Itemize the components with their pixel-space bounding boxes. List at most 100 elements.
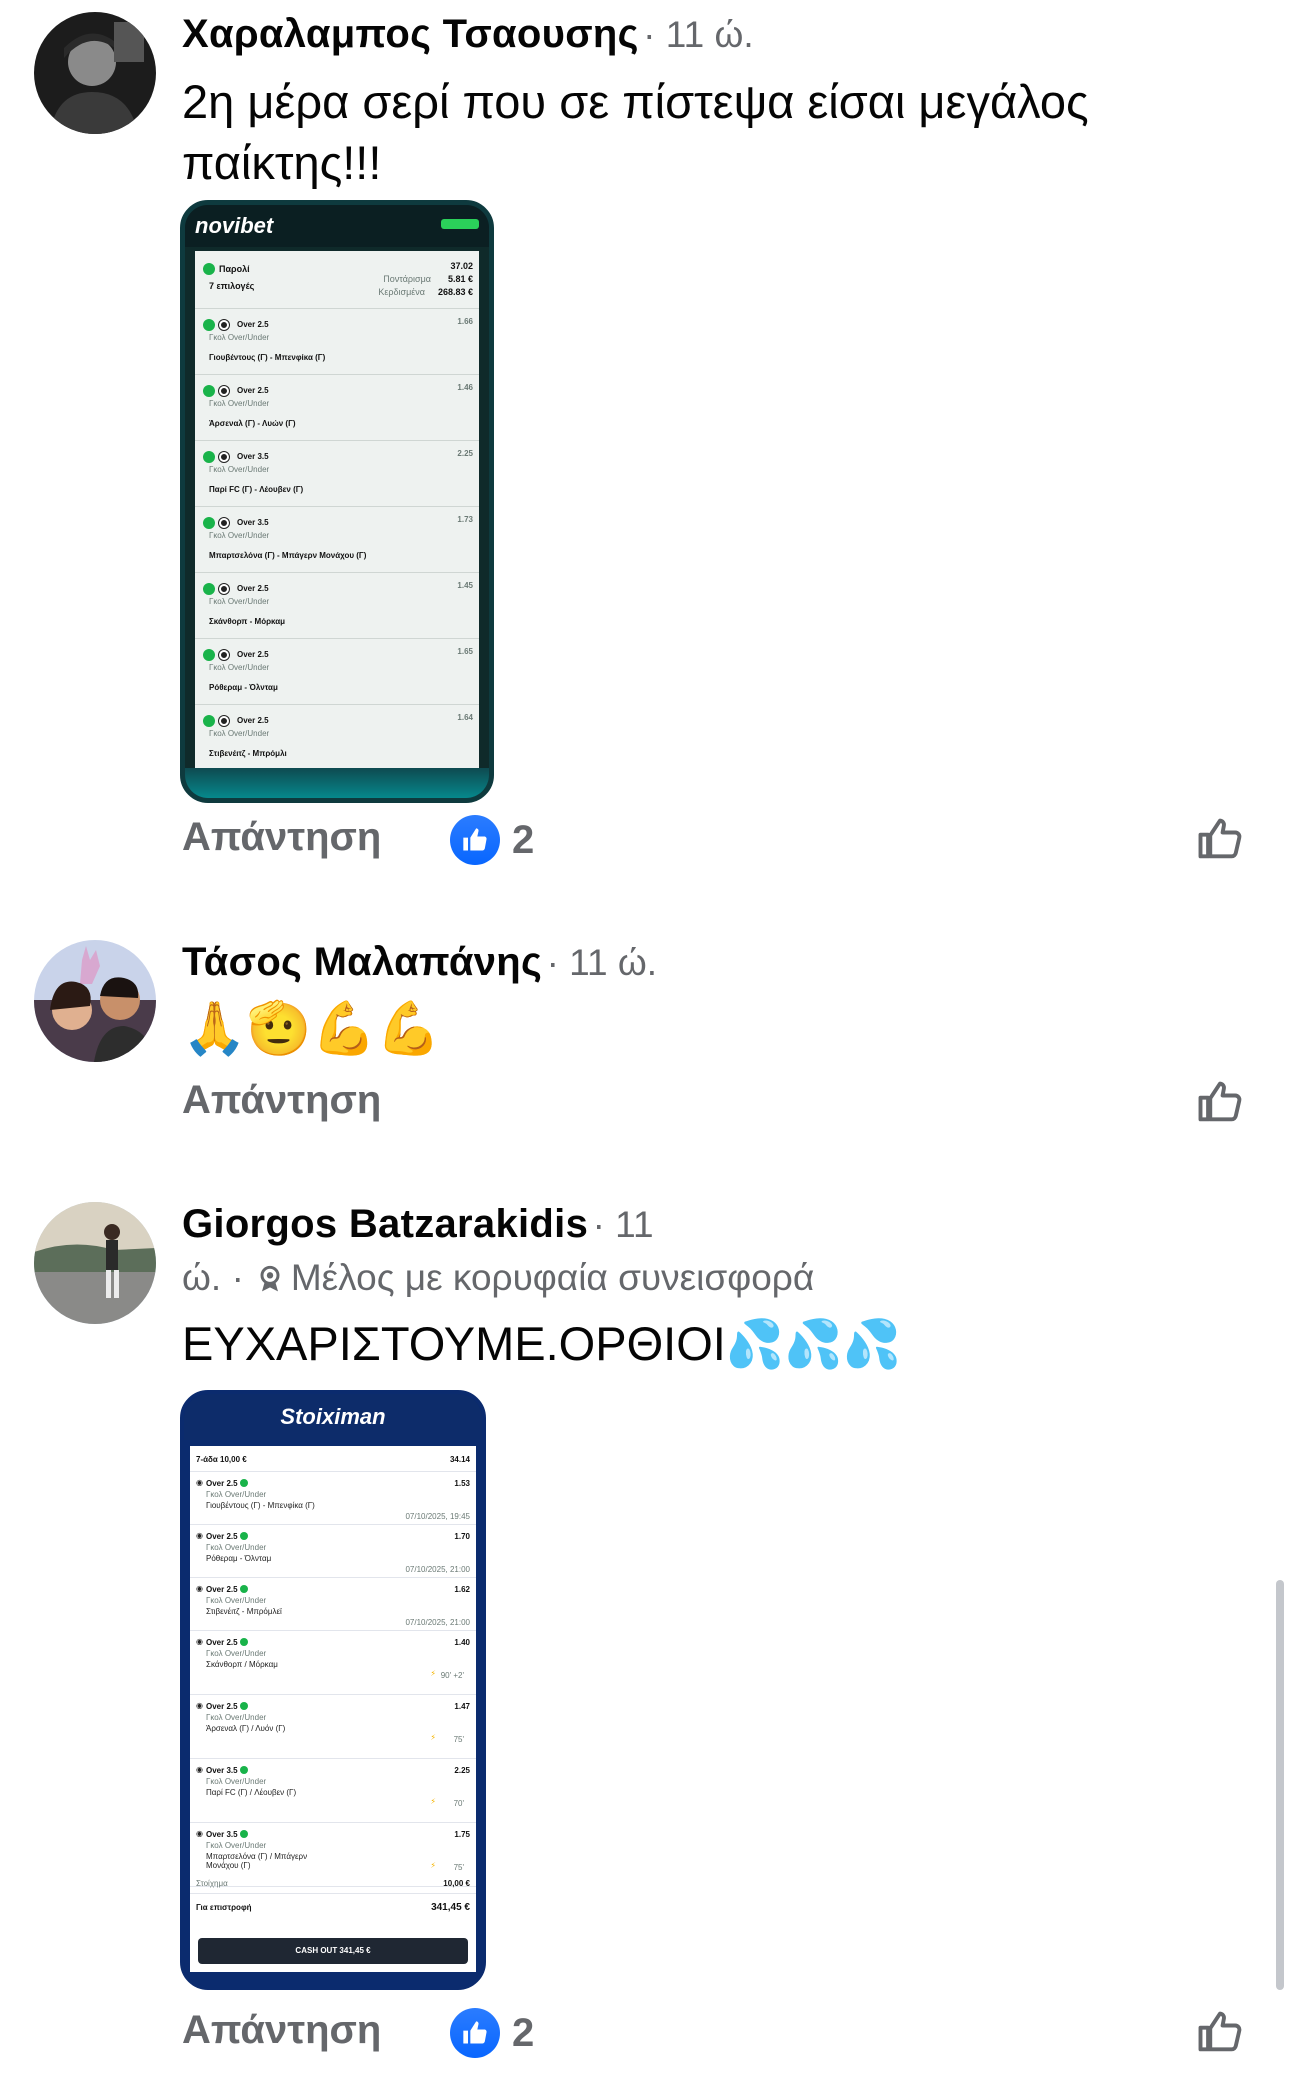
- reply-button[interactable]: Απάντηση: [182, 815, 381, 860]
- return-value: 341,45 €: [431, 1902, 470, 1913]
- stake-value: 10,00 €: [443, 1879, 470, 1888]
- return-label: Για επιστροφή: [196, 1903, 252, 1912]
- bet-market: Γκολ Over/Under: [209, 399, 270, 408]
- check-icon: [203, 583, 215, 595]
- comment-time[interactable]: · 11: [593, 1204, 654, 1245]
- bet-pick: Over 2.5: [237, 386, 269, 395]
- bet-match: Παρί FC (Γ) - Λέουβεν (Γ): [209, 485, 304, 494]
- bet-market: Γκολ Over/Under: [209, 729, 270, 738]
- comment-text: ΕΥΧΑΡΙΣΤΟΥΜΕ.ΟΡΘΙΟΙ💦💦💦: [182, 1317, 902, 1370]
- check-icon: [240, 1830, 248, 1838]
- reply-button[interactable]: Απάντηση: [182, 1078, 381, 1123]
- comment-author[interactable]: Giorgos Batzarakidis: [182, 1202, 588, 1246]
- bet-odds: 1.64: [457, 713, 473, 722]
- comment-author[interactable]: Χαραλαμπος Τσαουσης: [182, 12, 639, 56]
- avatar[interactable]: [34, 12, 156, 134]
- like-icon[interactable]: [1194, 1076, 1246, 1128]
- bet-match: Σκάνθορπ - Μόρκαμ: [209, 617, 286, 626]
- check-icon: [240, 1638, 248, 1646]
- check-icon: [240, 1532, 248, 1540]
- like-icon[interactable]: [1194, 2006, 1246, 2058]
- bet-live-time: 90' +2': [440, 1671, 464, 1680]
- bet-pick: Over 2.5: [206, 1702, 238, 1711]
- bet-odds: 1.45: [457, 581, 473, 590]
- comment-actions: Απάντηση 2: [182, 2008, 1290, 2068]
- bet-odds: 1.47: [454, 1702, 470, 1711]
- bet-row: Over 2.5 1.65 Γκολ Over/Under Ρόθεραμ - Όλν…: [195, 639, 479, 705]
- comment-attachment-image[interactable]: novibet Παρολί 7 επιλογές 37.02 Ποντάρισ…: [180, 200, 494, 803]
- bet-market: Γκολ Over/Under: [206, 1596, 267, 1605]
- check-icon: [203, 451, 215, 463]
- bet-date: 07/10/2025, 21:00: [405, 1618, 470, 1627]
- football-icon: ◉: [196, 1478, 203, 1487]
- bet-type: 7-άδα 10,00 €: [196, 1455, 247, 1464]
- bet-market: Γκολ Over/Under: [206, 1713, 267, 1722]
- status-badge: [441, 219, 479, 229]
- bet-pick: Over 2.5: [206, 1638, 238, 1647]
- check-icon: [203, 385, 215, 397]
- bet-odds: 1.70: [454, 1532, 470, 1541]
- reply-button[interactable]: Απάντηση: [182, 2008, 381, 2053]
- check-icon: [240, 1766, 248, 1774]
- avatar[interactable]: [34, 940, 156, 1062]
- lightning-icon: ⚡: [430, 1733, 436, 1742]
- lightning-icon: ⚡: [430, 1797, 436, 1806]
- total-odds: 34.14: [449, 1455, 470, 1464]
- stake-label: Ποντάρισμα: [383, 274, 431, 284]
- scrollbar[interactable]: [1276, 1580, 1284, 1990]
- comment-attachment-image[interactable]: Stoiximan 7-άδα 10,00 € 34.14 ◉ Over 2.5 1…: [180, 1390, 486, 1990]
- bet-live-time: 70': [453, 1799, 464, 1808]
- return-row: Για επιστροφή 341,45 €: [190, 1894, 476, 1920]
- football-icon: [219, 386, 229, 396]
- bet-pick: Over 2.5: [206, 1585, 238, 1594]
- bet-row: ◉ Over 2.5 1.70 Γκολ Over/Under Ρόθεραμ - Όλ…: [190, 1525, 476, 1578]
- betslip-header: 7-άδα 10,00 € 34.14: [190, 1446, 476, 1472]
- bet-live-time: 75': [453, 1863, 464, 1872]
- screenshot-footer: [185, 768, 489, 798]
- football-icon: [219, 518, 229, 528]
- reaction-count: 2: [512, 2010, 535, 2055]
- bet-match: Ρόθεραμ - Όλνταμ: [209, 683, 278, 692]
- bet-match: Στιβενέιτζ - Μπρόμλι: [209, 749, 287, 758]
- bet-match: Σκάνθορπ / Μόρκαμ: [206, 1660, 278, 1669]
- bet-date: 07/10/2025, 19:45: [405, 1512, 470, 1521]
- football-icon: ◉: [196, 1765, 203, 1774]
- betslip-panel: Παρολί 7 επιλογές 37.02 Ποντάρισμα 5.81 …: [195, 251, 479, 771]
- bet-pick: Over 2.5: [237, 320, 269, 329]
- like-icon[interactable]: [1194, 813, 1246, 865]
- football-icon: [219, 584, 229, 594]
- bet-pick: Over 2.5: [237, 650, 269, 659]
- football-icon: [219, 452, 229, 462]
- comment-text: 🙏🫡💪💪: [182, 1000, 441, 1058]
- bet-pick: Over 2.5: [206, 1532, 238, 1541]
- cash-out-button: CASH OUT 341,45 €: [198, 1938, 468, 1964]
- bet-row: ◉ Over 2.5 1.53 Γκολ Over/Under Γιουβέντους …: [190, 1472, 476, 1525]
- bet-market: Γκολ Over/Under: [206, 1543, 267, 1552]
- bet-odds: 1.62: [454, 1585, 470, 1594]
- reaction-summary[interactable]: 2: [450, 2008, 534, 2058]
- comment-actions: Απάντηση: [182, 1078, 1290, 1138]
- bet-row: ◉ Over 2.5 1.62 Γκολ Over/Under Στιβενέιτζ -…: [190, 1578, 476, 1631]
- comment-time-cont[interactable]: ώ.: [182, 1257, 221, 1298]
- bet-market: Γκολ Over/Under: [209, 333, 270, 342]
- check-icon: [240, 1585, 248, 1593]
- bet-row: ◉ Over 2.5 1.47 Γκολ Over/Under Άρσεναλ (Γ) …: [190, 1695, 476, 1759]
- bet-pick: Over 3.5: [206, 1766, 238, 1775]
- bet-market: Γκολ Over/Under: [206, 1649, 267, 1658]
- comment-time[interactable]: · 11 ώ.: [643, 14, 753, 55]
- avatar[interactable]: [34, 1202, 156, 1324]
- top-contributor-badge[interactable]: Μέλος με κορυφαία συνεισφορά: [291, 1257, 814, 1298]
- bet-market: Γκολ Over/Under: [209, 531, 270, 540]
- bet-live-time: 75': [453, 1735, 464, 1744]
- football-icon: ◉: [196, 1637, 203, 1646]
- comment-author[interactable]: Τάσος Μαλαπάνης: [182, 940, 542, 984]
- winnings-label: Κερδισμένα: [378, 287, 425, 297]
- stake-label: Στοίχημα: [196, 1879, 228, 1888]
- like-reaction-icon: [450, 815, 500, 865]
- comment-time[interactable]: · 11 ώ.: [547, 942, 657, 983]
- reaction-summary[interactable]: 2: [450, 815, 534, 865]
- bet-market: Γκολ Over/Under: [209, 465, 270, 474]
- selection-count: 7 επιλογές: [209, 281, 255, 291]
- football-icon: ◉: [196, 1531, 203, 1540]
- check-icon: [203, 319, 215, 331]
